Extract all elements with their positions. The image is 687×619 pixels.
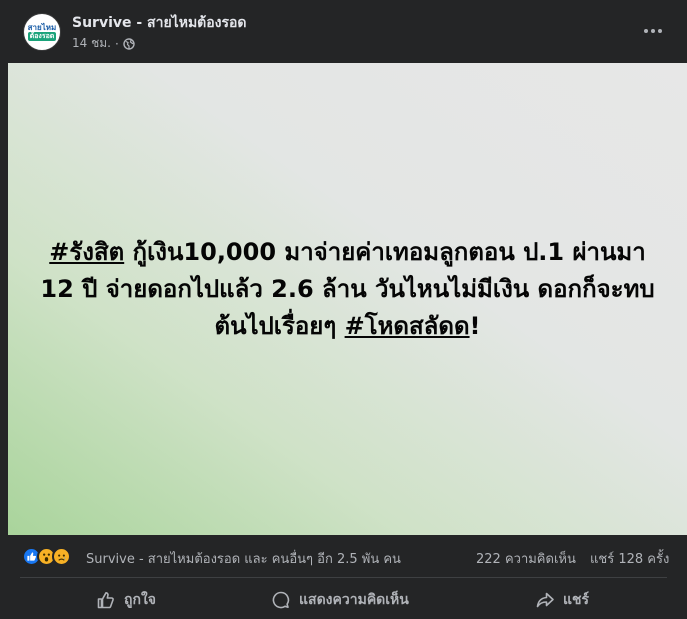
- thumbs-up-icon: [97, 592, 114, 609]
- more-dot-icon: [658, 29, 662, 33]
- post-actions: ถูกใจ แสดงความคิดเห็น แชร์: [0, 580, 687, 619]
- share-button[interactable]: แชร์: [535, 584, 589, 616]
- comment-label: แสดงความคิดเห็น: [299, 592, 409, 608]
- hashtag-link[interactable]: #โหดสลัดด: [345, 312, 470, 340]
- avatar-text-line1: สายไหม: [27, 23, 57, 32]
- page-avatar[interactable]: สายไหม ต้องรอด: [23, 13, 61, 51]
- globe-icon: [123, 37, 135, 50]
- sad-icon: [52, 547, 71, 566]
- comment-icon: [272, 591, 290, 609]
- avatar-text-line2: ต้องรอด: [27, 32, 57, 41]
- post-image[interactable]: #รังสิต กู้เงิน10,000 มาจ่ายค่าเทอมลูกตอ…: [8, 63, 687, 535]
- more-dot-icon: [651, 29, 655, 33]
- more-options-button[interactable]: [636, 18, 670, 44]
- comments-count[interactable]: 222 ความคิดเห็น: [476, 548, 576, 569]
- divider: [20, 577, 667, 578]
- meta-separator: ·: [114, 36, 119, 51]
- like-button[interactable]: ถูกใจ: [96, 584, 156, 616]
- reaction-icons[interactable]: [22, 545, 84, 567]
- more-dot-icon: [644, 29, 648, 33]
- shares-count[interactable]: แชร์ 128 ครั้ง: [590, 548, 669, 569]
- share-icon: [536, 592, 554, 608]
- share-label: แชร์: [563, 592, 590, 608]
- like-label: ถูกใจ: [124, 592, 156, 608]
- headline-ending: !: [469, 311, 481, 340]
- post-meta: 14 ชม. ·: [72, 34, 135, 53]
- post-header: สายไหม ต้องรอด Survive - สายไหมต้องรอด 1…: [0, 0, 687, 63]
- page-name-link[interactable]: Survive - สายไหมต้องรอด: [72, 12, 247, 34]
- reactions-bar: Survive - สายไหมต้องรอด และ คนอื่นๆ อีก …: [0, 540, 687, 572]
- hashtag-link[interactable]: #รังสิต: [49, 238, 124, 266]
- post-timestamp[interactable]: 14 ชม.: [72, 34, 111, 53]
- comment-button[interactable]: แสดงความคิดเห็น: [271, 584, 409, 616]
- post-headline: #รังสิต กู้เงิน10,000 มาจ่ายค่าเทอมลูกตอ…: [38, 234, 658, 345]
- reactors-summary[interactable]: Survive - สายไหมต้องรอด และ คนอื่นๆ อีก …: [86, 548, 401, 569]
